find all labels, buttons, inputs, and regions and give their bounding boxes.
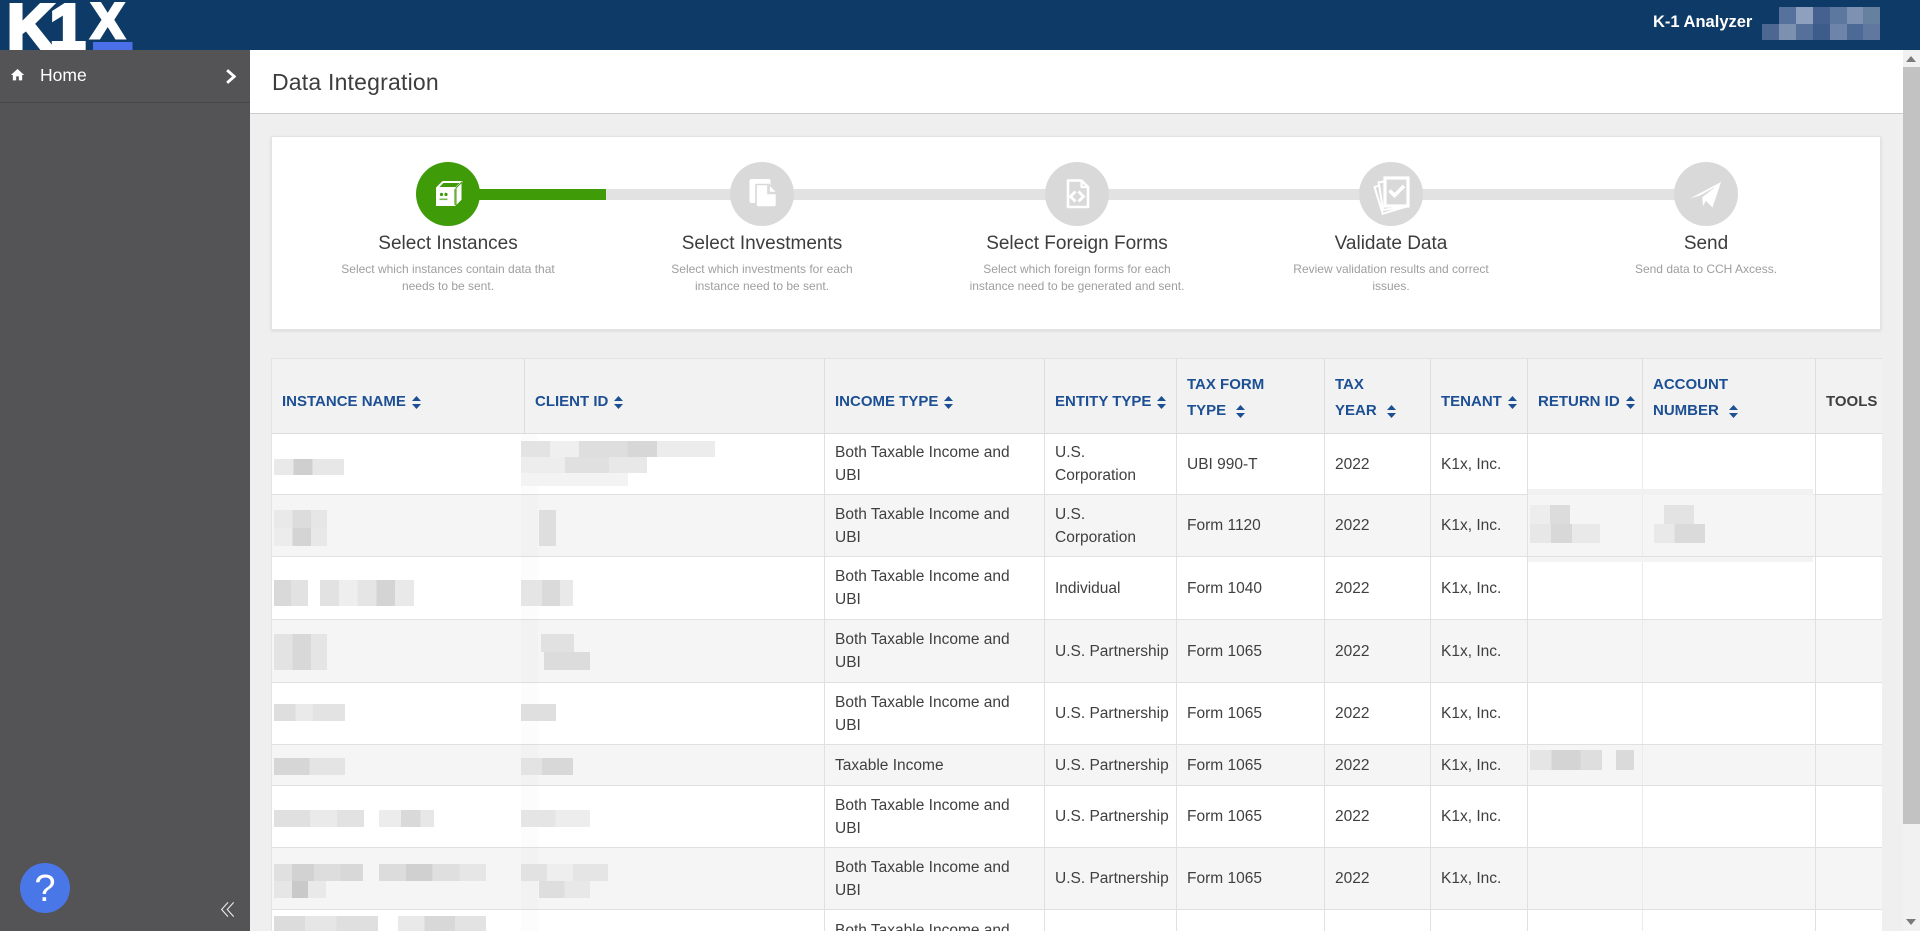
svg-text:K1: K1 bbox=[8, 0, 84, 50]
svg-text:X: X bbox=[91, 0, 124, 49]
